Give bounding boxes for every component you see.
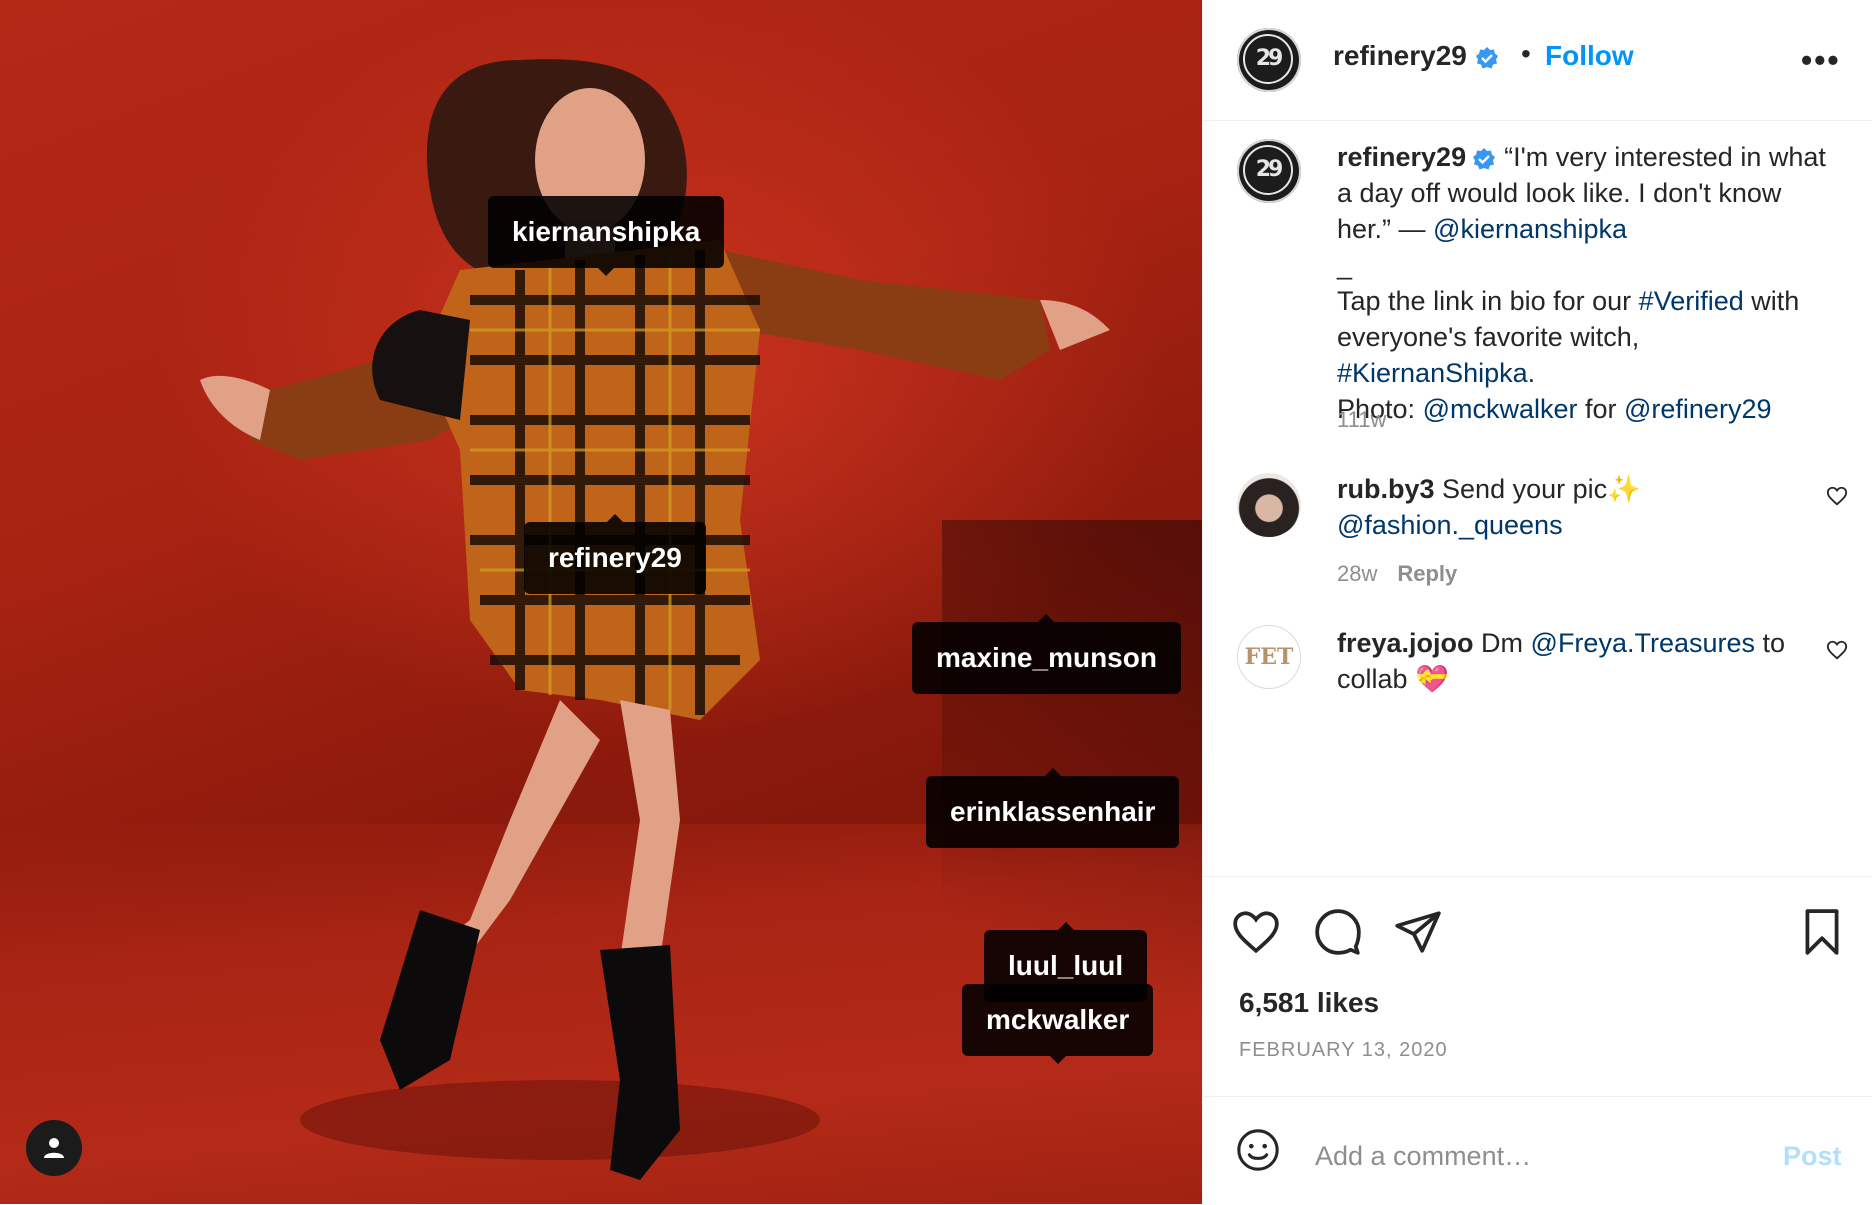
verified-badge-icon bbox=[1475, 46, 1498, 69]
caption-timestamp[interactable]: 111w bbox=[1337, 407, 1386, 433]
comments-scroll[interactable]: 29 refinery29 “I'm very interested in wha… bbox=[1203, 121, 1872, 876]
show-tags-button[interactable] bbox=[26, 1120, 82, 1176]
comment-bubble-icon[interactable] bbox=[1313, 907, 1363, 957]
hashtag-kiernanshipka[interactable]: #KiernanShipka bbox=[1337, 358, 1528, 388]
caption-text-6: for bbox=[1577, 394, 1624, 424]
post-actions: 6,581 likes FEBRUARY 13, 2020 bbox=[1203, 876, 1872, 1097]
user-icon bbox=[44, 1138, 64, 1158]
caption-text-2: Tap the link in bio for our bbox=[1337, 286, 1639, 316]
caption-text-4: . bbox=[1527, 358, 1536, 388]
comment-input[interactable]: Add a comment… bbox=[1315, 1141, 1531, 1172]
avatar-logo-text: 29 bbox=[1243, 145, 1293, 195]
photo-tag-mckwalker[interactable]: mckwalker bbox=[962, 984, 1154, 1064]
photo-tag-erinklassenhair[interactable]: erinklassenhair bbox=[926, 768, 1180, 848]
author-avatar[interactable]: 29 bbox=[1237, 28, 1301, 92]
mention-refinery29[interactable]: @refinery29 bbox=[1624, 394, 1771, 424]
avatar-logo-text: 29 bbox=[1243, 34, 1293, 84]
caption-text: refinery29 “I'm very interested in what a… bbox=[1337, 139, 1837, 427]
post-sidebar: 29 refinery29 • Follow ••• 29 refinery29… bbox=[1202, 0, 1872, 1204]
save-bookmark-icon[interactable] bbox=[1797, 907, 1847, 957]
comment-composer: Add a comment… Post bbox=[1203, 1096, 1872, 1205]
caption-avatar[interactable]: 29 bbox=[1237, 139, 1301, 203]
comment-username[interactable]: rub.by3 bbox=[1337, 474, 1435, 504]
emoji-smiley-icon[interactable] bbox=[1235, 1127, 1281, 1173]
comment-text: Send your pic✨ bbox=[1434, 474, 1641, 504]
comment-username[interactable]: freya.jojoo bbox=[1337, 628, 1474, 658]
author-username-text: refinery29 bbox=[1333, 40, 1467, 71]
mention-fashion-queens[interactable]: @fashion._queens bbox=[1337, 510, 1563, 540]
author-username[interactable]: refinery29 bbox=[1333, 40, 1499, 72]
caption-username[interactable]: refinery29 bbox=[1337, 142, 1466, 172]
post-date[interactable]: FEBRUARY 13, 2020 bbox=[1239, 1039, 1448, 1062]
like-comment-heart-icon[interactable] bbox=[1826, 639, 1848, 661]
commenter-avatar-rubby3[interactable] bbox=[1237, 473, 1301, 537]
photo-tag-kiernanshipka[interactable]: kiernanshipka bbox=[488, 196, 725, 276]
comment-meta: 28w Reply bbox=[1337, 561, 1457, 587]
commenter-avatar-freyajojoo[interactable]: FET bbox=[1237, 625, 1301, 689]
photo-tag-maxine-munson[interactable]: maxine_munson bbox=[912, 614, 1181, 694]
mention-kiernanshipka[interactable]: @kiernanshipka bbox=[1433, 214, 1627, 244]
comment-rubby3: rub.by3 Send your pic✨ @fashion._queens bbox=[1337, 471, 1837, 543]
more-options-button[interactable]: ••• bbox=[1801, 42, 1841, 79]
comment-timestamp[interactable]: 28w bbox=[1337, 561, 1377, 586]
mention-freya-treasures[interactable]: @Freya.Treasures bbox=[1531, 628, 1755, 658]
hashtag-verified[interactable]: #Verified bbox=[1639, 286, 1744, 316]
comment-freyajojoo: freya.jojoo Dm @Freya.Treasures to colla… bbox=[1337, 625, 1837, 697]
caption-divider: _ bbox=[1337, 250, 1353, 280]
like-comment-heart-icon[interactable] bbox=[1826, 485, 1848, 507]
post-comment-button[interactable]: Post bbox=[1783, 1141, 1842, 1172]
comment-text: Dm bbox=[1473, 628, 1531, 658]
follow-button[interactable]: Follow bbox=[1545, 40, 1634, 72]
header-separator: • bbox=[1521, 38, 1531, 69]
verified-badge-icon bbox=[1473, 147, 1496, 170]
share-send-icon[interactable] bbox=[1393, 907, 1443, 957]
likes-count[interactable]: 6,581 likes bbox=[1239, 987, 1379, 1019]
mention-mckwalker[interactable]: @mckwalker bbox=[1423, 394, 1578, 424]
post-photo[interactable]: kiernanshipka refinery29 maxine_munson e… bbox=[0, 0, 1202, 1204]
like-heart-icon[interactable] bbox=[1231, 907, 1281, 957]
photo-tag-refinery29[interactable]: refinery29 bbox=[524, 514, 706, 594]
reply-button[interactable]: Reply bbox=[1397, 561, 1457, 586]
post-header: 29 refinery29 • Follow ••• bbox=[1203, 0, 1872, 121]
